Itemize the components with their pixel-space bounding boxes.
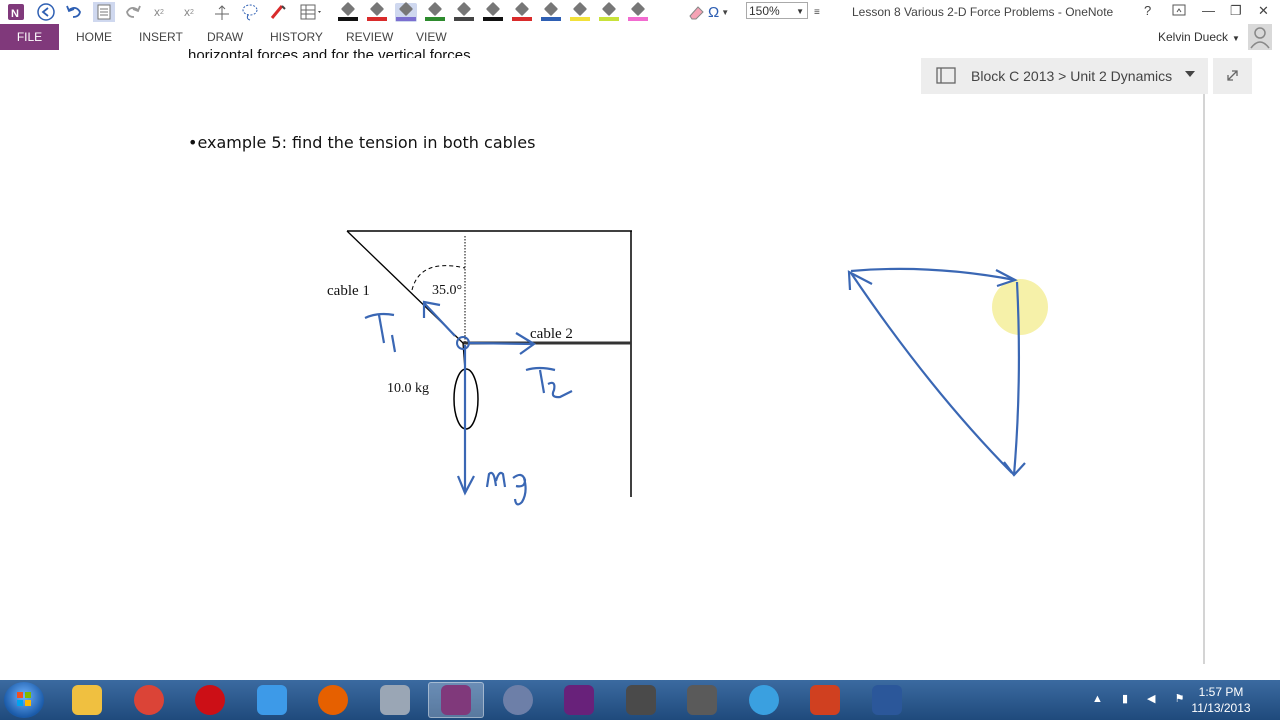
taskbar: ▲ ▮ ◀ ⚑ 1:57 PM 11/13/2013 [0,680,1280,720]
pen-swatch-icon[interactable] [627,1,649,22]
ink-junction-circle [456,336,470,350]
user-name[interactable]: Kelvin Dueck ▼ [1158,30,1240,44]
example-heading[interactable]: •example 5: find the tension in both cab… [188,133,535,152]
svg-text:N: N [11,8,19,20]
redo-icon[interactable] [123,2,143,22]
pen-swatch-icon[interactable] [482,1,504,22]
triangle-mg-side [1012,281,1021,476]
restore-button[interactable]: ❐ [1230,3,1242,19]
ink-t2-arrow [469,341,535,346]
taskbar-word-icon[interactable] [859,682,915,718]
angle-label: 35.0° [432,283,463,298]
window-title: Lesson 8 Various 2-D Force Problems - On… [852,5,1114,19]
notebook-path: Block C 2013 > Unit 2 Dynamics [971,68,1173,84]
pen-swatch-icon[interactable] [424,1,446,22]
cursor-highlight [992,279,1048,335]
page-scroll-edge [1203,94,1205,664]
notebook-navigation[interactable]: Block C 2013 > Unit 2 Dynamics [921,58,1208,94]
mass-ellipse [453,368,479,430]
superscript-icon[interactable]: x2 [184,2,194,22]
ink-t2-letter [525,366,573,399]
symbol-icon[interactable]: Ω ▼ [708,2,729,22]
clock[interactable]: 1:57 PM 11/13/2013 [1186,684,1256,716]
minimize-button[interactable]: — [1202,3,1215,18]
taskbar-firefox-icon[interactable] [305,682,361,718]
ink-mg-letter [485,471,527,506]
triangle-t2-side [850,267,1016,282]
eraser-pen-icon[interactable] [268,2,288,22]
ink-t1-arrow [423,302,456,337]
taskbar-maple-icon[interactable] [797,682,853,718]
taskbar-dropbox-icon[interactable] [244,682,300,718]
expand-button[interactable] [1213,58,1252,94]
system-tray-icons[interactable]: ▲ ▮ ◀ ⚑ [1092,692,1192,705]
taskbar-flash-icon[interactable] [674,682,730,718]
lasso-icon[interactable] [240,2,260,22]
taskbar-dashboard-icon[interactable] [490,682,546,718]
ribbon-display-icon[interactable] [1172,3,1186,20]
tab-file[interactable]: FILE [0,24,59,50]
taskbar-calculator-icon[interactable] [613,682,669,718]
pen-swatch-icon[interactable] [598,1,620,22]
taskbar-chrome-icon[interactable] [121,682,177,718]
pen-swatch-icon[interactable] [540,1,562,22]
pen-swatch-icon[interactable] [395,1,417,22]
taskbar-itunes-icon[interactable] [736,682,792,718]
taskbar-opera-icon[interactable] [182,682,238,718]
close-button[interactable]: ✕ [1258,3,1269,19]
pen-swatch-icon[interactable] [511,1,533,22]
taskbar-scanner-icon[interactable] [367,682,423,718]
insert-space-icon[interactable] [212,2,232,22]
pen-swatch-icon[interactable] [569,1,591,22]
clock-date: 11/13/2013 [1191,701,1251,715]
notebook-icon [935,66,959,89]
taskbar-explorer-icon[interactable] [59,682,115,718]
cable-2-label: cable 2 [530,326,573,342]
pen-swatch-icon[interactable] [337,1,359,22]
clock-time: 1:57 PM [1198,685,1244,699]
mass-label: 10.0 kg [387,381,429,396]
triangle-t1-side [850,272,1013,474]
force-diagram [346,230,1048,506]
ink-t1-letter [364,312,397,353]
onenote-logo-icon[interactable]: N [6,2,26,22]
customize-toolbar-icon[interactable]: ≡ [814,2,820,22]
start-button[interactable] [4,682,44,718]
taskbar-onenote-icon[interactable] [428,682,484,718]
cable-1-label: cable 1 [327,283,370,299]
taskbar-visual-studio-icon[interactable] [551,682,607,718]
quick-access-toolbar: N x2 x2 Ω ▼ 150% ▼ ≡ Lesson 8 Various 2-D … [0,0,1280,24]
note-text-cut-off: horizontal forces and for the vertical f… [188,47,471,58]
tab-insert[interactable]: INSERT [139,24,183,50]
help-button[interactable]: ? [1144,3,1151,18]
tab-home[interactable]: HOME [76,24,112,50]
pen-swatch-icon[interactable] [453,1,475,22]
subscript-icon[interactable]: x2 [154,2,164,22]
dock-icon[interactable] [93,2,115,22]
eraser-icon[interactable] [686,2,706,22]
hanging-rope [462,342,466,371]
back-icon[interactable] [36,2,56,22]
zoom-select[interactable]: 150% ▼ [746,2,808,19]
chevron-down-icon[interactable] [1185,71,1195,77]
table-icon[interactable] [299,2,325,22]
avatar[interactable] [1248,24,1272,50]
pen-swatch-icon[interactable] [366,1,388,22]
undo-icon[interactable] [64,2,84,22]
